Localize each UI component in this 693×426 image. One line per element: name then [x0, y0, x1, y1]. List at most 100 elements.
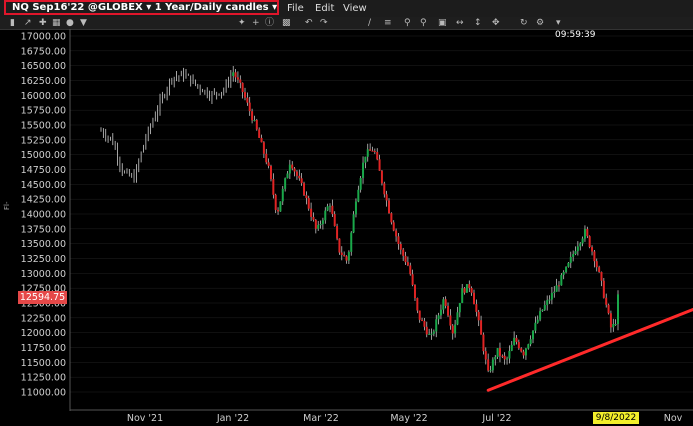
- candle-body: [265, 153, 268, 163]
- candle-body: [510, 344, 513, 351]
- candle-body: [515, 337, 518, 343]
- menu-view[interactable]: View: [343, 2, 367, 15]
- candle-body: [456, 312, 459, 325]
- candle-body: [612, 324, 615, 328]
- candle-body: [489, 370, 492, 372]
- candle-body: [449, 315, 452, 326]
- candle-body: [472, 292, 475, 305]
- candle-body: [340, 252, 343, 255]
- candle-body: [451, 325, 454, 334]
- cursor-icon[interactable]: ✦: [238, 18, 246, 28]
- candle-body: [303, 183, 306, 196]
- crosshair-icon[interactable]: ✚: [39, 18, 47, 28]
- candle-body: [371, 150, 374, 152]
- candle-body: [494, 356, 497, 360]
- candle-body: [527, 344, 530, 349]
- candle-body: [269, 165, 272, 180]
- candle-body: [395, 230, 398, 237]
- move-icon[interactable]: ✥: [492, 18, 500, 28]
- zoom-out-icon[interactable]: ⚲: [420, 18, 427, 28]
- fit-vertical-icon[interactable]: ↕: [474, 18, 482, 28]
- redo-icon[interactable]: ↷: [320, 18, 328, 28]
- last-price-badge: 12594.75: [18, 291, 67, 304]
- candle-body: [491, 359, 494, 371]
- candle-body: [430, 333, 433, 335]
- menu-file[interactable]: File: [287, 2, 304, 15]
- candle-body: [428, 333, 431, 335]
- candle-body: [305, 195, 308, 199]
- fib-icon[interactable]: ≡: [384, 18, 392, 28]
- candle-body: [541, 309, 544, 312]
- candle-body: [536, 319, 539, 323]
- candle-body: [234, 72, 237, 78]
- candle-body: [248, 102, 251, 112]
- candle-body: [555, 285, 558, 292]
- candle-body: [539, 311, 542, 320]
- circle-icon[interactable]: ●: [66, 18, 74, 28]
- menu-edit[interactable]: Edit: [315, 2, 334, 15]
- candle-body: [517, 342, 520, 349]
- y-tick-label: 14750.00: [21, 165, 66, 176]
- candle-body: [402, 249, 405, 256]
- more-icon[interactable]: ▾: [556, 18, 561, 28]
- candle-body: [404, 255, 407, 263]
- settings-icon[interactable]: ⚙: [536, 18, 544, 28]
- candle-body: [607, 304, 610, 314]
- candle-body: [454, 324, 457, 334]
- candle-body: [345, 256, 348, 261]
- candle-body: [586, 229, 589, 237]
- y-tick-label: 13000.00: [21, 269, 66, 280]
- candle-body: [506, 358, 509, 360]
- candles-icon[interactable]: ▮: [10, 18, 15, 28]
- candle-body: [300, 178, 303, 184]
- candle-body: [560, 274, 563, 286]
- y-tick-label: 13500.00: [21, 239, 66, 250]
- candle-body: [508, 350, 511, 359]
- candle-body: [366, 149, 369, 157]
- y-tick-label: 14000.00: [21, 210, 66, 221]
- candle-body: [376, 152, 379, 160]
- x-tick-label: Nov: [664, 413, 683, 424]
- dropdown-icon[interactable]: ▼: [80, 18, 87, 28]
- trend-icon[interactable]: ↗: [24, 18, 32, 28]
- undo-icon[interactable]: ↶: [305, 18, 313, 28]
- candle-body: [241, 82, 244, 93]
- candle-body: [437, 315, 440, 320]
- candle-body: [439, 309, 442, 316]
- candle-body: [350, 232, 353, 252]
- candle-body: [390, 213, 393, 223]
- candle-body: [298, 175, 301, 179]
- candle-body: [362, 162, 365, 178]
- drawing-icon[interactable]: ∕: [368, 18, 371, 28]
- chart-icon[interactable]: ▦: [52, 18, 61, 28]
- candle-body: [487, 359, 490, 371]
- info-icon[interactable]: ⓘ: [265, 18, 274, 28]
- instrument-timeframe-selector[interactable]: NQ Sep16'22 @GLOBEX ▾ 1 Year/Daily candl…: [4, 0, 279, 15]
- candle-body: [347, 251, 350, 261]
- chart-type-icon[interactable]: ▩: [282, 18, 291, 28]
- refresh-icon[interactable]: ↻: [520, 18, 528, 28]
- zoom-in-icon[interactable]: ⚲: [404, 18, 411, 28]
- candle-body: [447, 305, 450, 316]
- x-tick-label: Nov '21: [127, 413, 163, 424]
- candle-body: [239, 79, 242, 83]
- candle-body: [477, 311, 480, 321]
- candle-body: [380, 170, 383, 184]
- candle-body: [406, 262, 409, 266]
- fit-icon[interactable]: ▣: [438, 18, 447, 28]
- candle-body: [364, 156, 367, 163]
- candle-body: [557, 285, 560, 287]
- candle-body: [326, 206, 329, 211]
- candle-body: [598, 267, 601, 272]
- candle-body: [277, 209, 280, 212]
- candle-body: [524, 348, 527, 356]
- y-tick-label: 15000.00: [21, 150, 66, 161]
- candle-body: [513, 337, 516, 345]
- fit-horizontal-icon[interactable]: ↔: [456, 18, 464, 28]
- crosshair-plus-icon[interactable]: +: [252, 18, 260, 28]
- candle-body: [253, 120, 256, 122]
- candle-body: [522, 351, 525, 356]
- y-tick-label: 16500.00: [21, 61, 66, 72]
- price-chart[interactable]: 17000.00 16750.00 16500.00 16250.00 16000.00…: [0, 29, 693, 426]
- candle-body: [232, 72, 235, 76]
